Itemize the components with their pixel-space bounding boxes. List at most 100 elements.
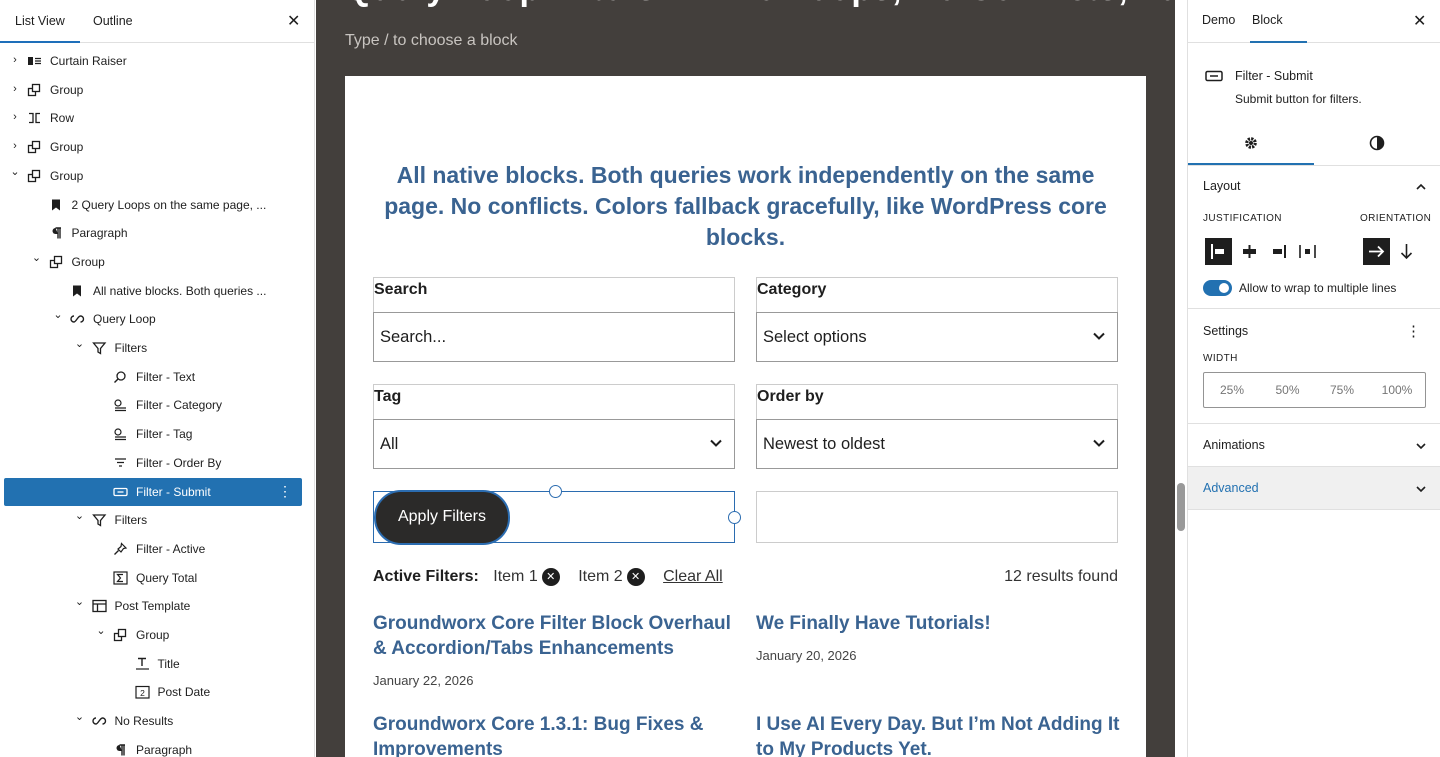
tree-item[interactable]: Filter - Category — [4, 391, 302, 419]
tree-item[interactable]: 2 Query Loops on the same page, ... — [4, 191, 302, 219]
close-sidebar-button[interactable]: ✕ — [1413, 12, 1426, 31]
orientation-vertical-button[interactable] — [1393, 238, 1420, 265]
tree-item[interactable]: Paragraph — [4, 736, 302, 757]
close-list-view-button[interactable]: ✕ — [287, 12, 300, 31]
tree-item[interactable]: All native blocks. Both queries ... — [4, 277, 302, 305]
tree-item[interactable]: ⌄ Group — [4, 248, 302, 276]
post-title-link[interactable]: I Use AI Every Day. But I’m Not Adding I… — [756, 712, 1126, 757]
tab-settings[interactable] — [1188, 125, 1314, 165]
chevron-down-icon[interactable]: ⌄ — [74, 510, 86, 522]
svg-text:2: 2 — [140, 688, 145, 698]
tree-item[interactable]: Paragraph — [4, 219, 302, 247]
tree-item[interactable]: 2 Post Date — [4, 678, 302, 706]
chevron-down-icon[interactable]: ⌄ — [74, 338, 86, 350]
order-by-select[interactable]: Newest to oldest — [756, 419, 1118, 469]
chevron-up-icon[interactable] — [1415, 181, 1427, 193]
chevron-down-icon[interactable]: ⌄ — [74, 596, 86, 608]
chevron-down-icon[interactable]: ⌄ — [52, 309, 64, 321]
filter-submit-block[interactable]: Apply Filters — [373, 485, 741, 545]
tree-item[interactable]: Title — [4, 650, 302, 678]
settings-sidebar: Demo Block ✕ Filter - Submit Submit butt… — [1187, 0, 1440, 757]
apply-filters-button[interactable]: Apply Filters — [374, 490, 510, 545]
resize-handle-top[interactable] — [549, 485, 562, 498]
justify-center-button[interactable] — [1236, 238, 1263, 265]
chevron-right-icon[interactable]: › — [9, 140, 21, 152]
animations-panel[interactable]: Animations — [1188, 424, 1440, 467]
width-75-button[interactable]: 75% — [1315, 373, 1369, 409]
tree-item[interactable]: ⌄ Filters — [4, 506, 302, 534]
tab-demo[interactable]: Demo — [1202, 0, 1235, 43]
editor-canvas[interactable]: Query Loop Filters — Two Loops, No Confl… — [316, 0, 1175, 757]
tree-item[interactable]: Filter - Order By — [4, 449, 302, 477]
remove-chip-icon[interactable]: ✕ — [626, 568, 645, 586]
advanced-panel[interactable]: Advanced — [1188, 467, 1440, 510]
width-25-button[interactable]: 25% — [1204, 373, 1260, 409]
page-heading-cut[interactable]: Query Loop Filters — Two Loops, No Confl… — [345, 0, 1175, 9]
tree-item[interactable]: › Group — [4, 133, 302, 161]
settings-options-icon[interactable]: ⋮ — [1406, 322, 1421, 340]
tree-item[interactable]: ⌄ Filters — [4, 334, 302, 362]
remove-chip-icon[interactable]: ✕ — [541, 568, 560, 586]
active-filters-label: Active Filters: — [373, 568, 479, 585]
category-icon — [114, 399, 126, 412]
tree-item[interactable]: › Curtain Raiser — [4, 47, 302, 75]
width-100-button[interactable]: 100% — [1369, 373, 1425, 409]
sigma-icon — [113, 570, 128, 585]
tree-item[interactable]: Query Total — [4, 564, 302, 592]
justify-left-button[interactable] — [1205, 238, 1232, 265]
tab-list-view[interactable]: List View — [0, 0, 80, 43]
tab-styles[interactable] — [1314, 125, 1440, 165]
post-title-link[interactable]: Groundworx Core Filter Block Overhaul & … — [373, 611, 743, 661]
group-icon — [27, 83, 41, 96]
block-appender-hint[interactable]: Type / to choose a block — [345, 32, 518, 50]
tree-item[interactable]: ⌄ Group — [4, 621, 302, 649]
arrow-right-icon — [1369, 245, 1385, 258]
tab-block[interactable]: Block — [1250, 0, 1307, 43]
orientation-horizontal-button[interactable] — [1363, 238, 1390, 265]
tree-item[interactable]: ⌄ Post Template — [4, 592, 302, 620]
chevron-right-icon[interactable]: › — [9, 54, 21, 66]
chevron-down-icon[interactable]: ⌄ — [9, 166, 21, 178]
chevron-right-icon[interactable]: › — [9, 83, 21, 95]
empty-column[interactable] — [756, 491, 1118, 543]
post-title-link[interactable]: We Finally Have Tutorials! — [756, 611, 1126, 636]
justify-right-button[interactable] — [1265, 238, 1292, 265]
tree-item[interactable]: Filter - Tag — [4, 420, 302, 448]
layout-panel-title[interactable]: Layout — [1203, 179, 1241, 193]
tag-select[interactable]: All — [373, 419, 735, 469]
button-icon — [1205, 70, 1223, 82]
block-options-icon[interactable]: ⋮ — [278, 484, 292, 498]
orientation-label: ORIENTATION — [1360, 213, 1432, 224]
width-50-button[interactable]: 50% — [1260, 373, 1315, 409]
bookmark-icon — [51, 199, 60, 210]
search-input[interactable]: Search... — [373, 312, 735, 362]
tree-item-label: Filter - Text — [136, 369, 196, 384]
paragraph-icon — [116, 744, 125, 756]
tag-icon — [114, 428, 126, 441]
wrap-toggle[interactable] — [1203, 280, 1232, 296]
tree-item[interactable]: › Group — [4, 76, 302, 104]
tree-item[interactable]: › Row — [4, 104, 302, 132]
tree-item-label: Group — [50, 168, 84, 183]
active-chip-1[interactable]: Item 1 ✕ — [493, 568, 560, 586]
intro-heading[interactable]: All native blocks. Both queries work ind… — [369, 160, 1122, 253]
chevron-right-icon[interactable]: › — [9, 111, 21, 123]
paragraph-icon — [52, 227, 61, 239]
chevron-down-icon[interactable]: ⌄ — [31, 252, 43, 264]
post-title-link[interactable]: Groundworx Core 1.3.1: Bug Fixes & Impro… — [373, 712, 743, 757]
chevron-down-icon[interactable]: ⌄ — [95, 625, 107, 637]
justify-space-between-button[interactable] — [1294, 238, 1321, 265]
category-select[interactable]: Select options — [756, 312, 1118, 362]
tree-item[interactable]: ⌄ No Results — [4, 707, 302, 735]
tree-item[interactable]: Filter - Submit ⋮ — [4, 477, 302, 506]
chevron-down-icon[interactable]: ⌄ — [74, 711, 86, 723]
tree-item[interactable]: Filter - Active — [4, 535, 302, 563]
tree-item[interactable]: ⌄ Query Loop — [4, 305, 302, 333]
canvas-scrollbar[interactable] — [1177, 483, 1185, 531]
tree-item[interactable]: ⌄ Group — [4, 162, 302, 190]
clear-all-link[interactable]: Clear All — [663, 568, 723, 585]
tree-item[interactable]: Filter - Text — [4, 363, 302, 391]
tab-outline[interactable]: Outline — [93, 0, 133, 43]
active-chip-2[interactable]: Item 2 ✕ — [578, 568, 645, 586]
resize-handle-right[interactable] — [728, 511, 741, 524]
